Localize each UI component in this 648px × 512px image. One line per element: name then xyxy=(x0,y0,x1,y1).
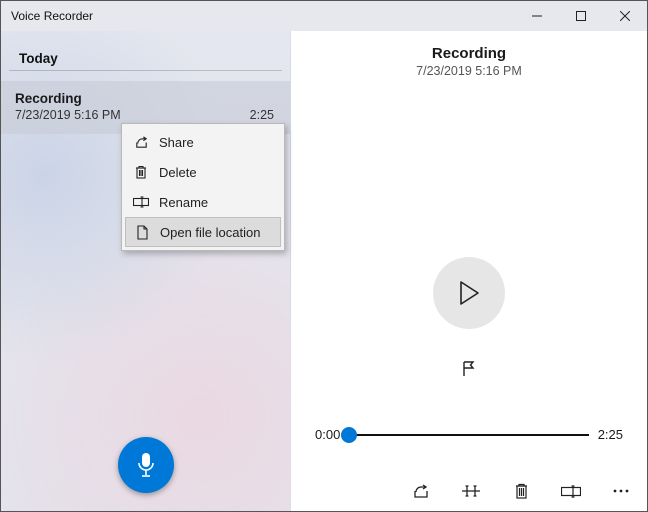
close-icon xyxy=(620,11,630,21)
rename-icon xyxy=(133,194,149,210)
more-icon xyxy=(612,488,630,494)
seek-track[interactable] xyxy=(349,434,589,436)
rename-button[interactable] xyxy=(561,481,581,501)
minimize-button[interactable] xyxy=(515,1,559,31)
trash-icon xyxy=(133,164,149,180)
delete-button[interactable] xyxy=(511,481,531,501)
detail-datetime: 7/23/2019 5:16 PM xyxy=(416,64,522,78)
ctx-open-file-location[interactable]: Open file location xyxy=(125,217,281,247)
play-icon xyxy=(458,280,480,306)
add-marker-button[interactable] xyxy=(453,353,485,385)
ctx-delete-label: Delete xyxy=(159,165,197,180)
trash-icon xyxy=(514,483,529,500)
minimize-icon xyxy=(532,11,542,21)
recording-item-duration: 2:25 xyxy=(250,108,274,122)
microphone-icon xyxy=(135,451,157,479)
detail-pane: Recording 7/23/2019 5:16 PM 0:00 2:25 xyxy=(291,31,647,511)
maximize-icon xyxy=(576,11,586,21)
record-button[interactable] xyxy=(118,437,174,493)
share-icon xyxy=(133,134,149,150)
window-buttons xyxy=(515,1,647,31)
flag-icon xyxy=(460,360,478,378)
share-button[interactable] xyxy=(411,481,431,501)
recording-item-datetime: 7/23/2019 5:16 PM xyxy=(15,108,276,122)
ctx-rename[interactable]: Rename xyxy=(125,187,281,217)
bottom-toolbar xyxy=(411,481,631,501)
ctx-rename-label: Rename xyxy=(159,195,208,210)
seek-thumb[interactable] xyxy=(341,427,357,443)
time-duration: 2:25 xyxy=(598,427,623,442)
recording-item-title: Recording xyxy=(15,91,276,106)
detail-title: Recording xyxy=(416,45,522,62)
time-position: 0:00 xyxy=(315,427,340,442)
ctx-share-label: Share xyxy=(159,135,194,150)
ctx-delete[interactable]: Delete xyxy=(125,157,281,187)
file-icon xyxy=(134,224,150,240)
close-button[interactable] xyxy=(603,1,647,31)
share-icon xyxy=(412,482,430,500)
timeline: 0:00 2:25 xyxy=(315,423,623,447)
play-button[interactable] xyxy=(433,257,505,329)
context-menu: Share Delete Rename xyxy=(121,123,285,251)
trim-icon xyxy=(461,483,481,499)
ctx-share[interactable]: Share xyxy=(125,127,281,157)
title-bar: Voice Recorder xyxy=(1,1,647,31)
app-title: Voice Recorder xyxy=(11,9,93,23)
recordings-pane: Today Recording 7/23/2019 5:16 PM 2:25 S… xyxy=(1,31,291,511)
maximize-button[interactable] xyxy=(559,1,603,31)
more-button[interactable] xyxy=(611,481,631,501)
section-header: Today xyxy=(9,31,282,71)
trim-button[interactable] xyxy=(461,481,481,501)
ctx-open-file-location-label: Open file location xyxy=(160,225,260,240)
rename-icon xyxy=(561,485,581,498)
